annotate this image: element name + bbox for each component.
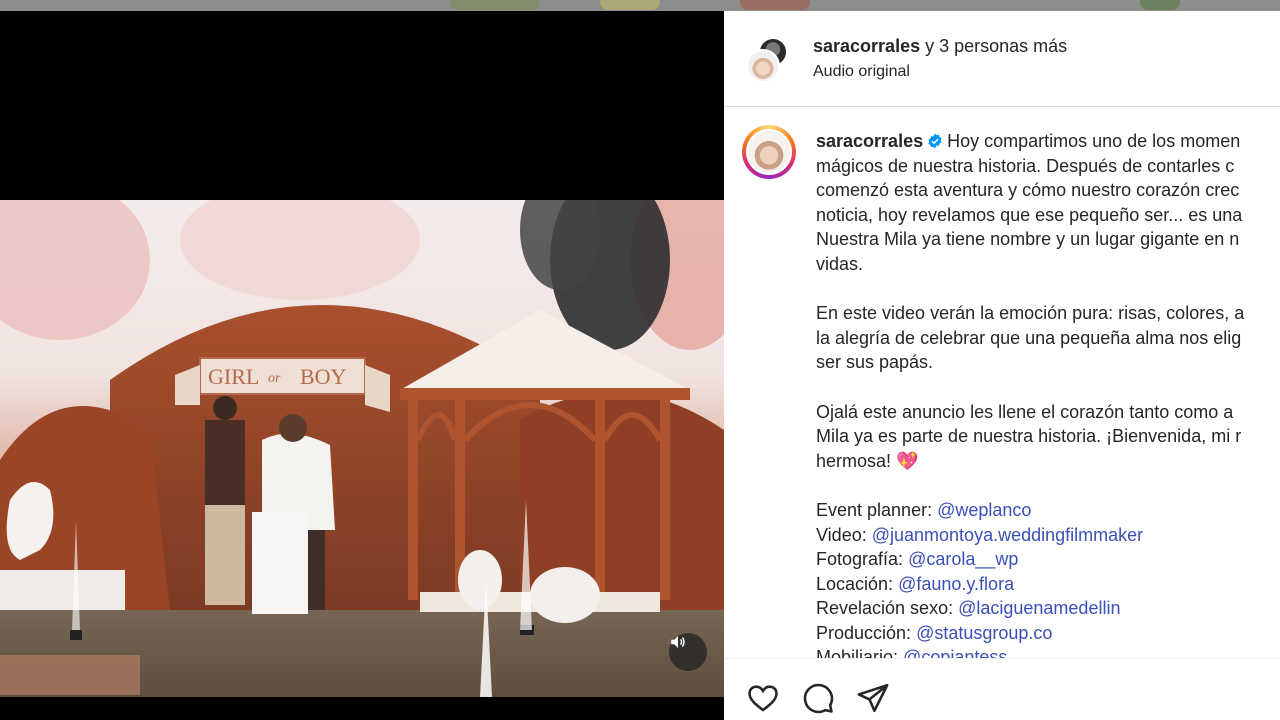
credit-label: Fotografía: (816, 549, 904, 570)
avatar[interactable] (748, 131, 790, 173)
post-header: saracorrales y 3 personas más Audio orig… (724, 11, 1280, 107)
credit-label: Mobiliario: (816, 647, 899, 658)
thumbnail (600, 0, 660, 10)
credit-label: Event planner: (816, 499, 933, 520)
comment-button[interactable] (801, 681, 835, 715)
caption-line: Nuestra Mila ya tiene nombre y un lugar … (816, 229, 1240, 250)
caption-line: la alegría de celebrar que una pequeña a… (816, 327, 1242, 348)
caption-line: mágicos de nuestra historia. Después de … (816, 155, 1235, 176)
caption-text: saracorrales Hoy compartimos uno de los m… (816, 129, 1280, 658)
caption-line: En este video verán la emoción pura: ris… (816, 303, 1245, 324)
avatar[interactable] (746, 49, 780, 83)
thumbnail (450, 0, 540, 10)
mention-link[interactable]: @laciguenamedellin (958, 598, 1120, 618)
send-icon (857, 683, 889, 713)
heart-icon (748, 685, 778, 712)
volume-icon (671, 636, 685, 648)
thumbnail (740, 0, 810, 10)
author-line: saracorrales y 3 personas más (813, 36, 1067, 57)
volume-button[interactable] (669, 633, 707, 671)
collab-avatars[interactable] (746, 37, 792, 83)
credit-line: Locación: @fauno.y.flora (816, 572, 1280, 597)
credit-label: Video: (816, 524, 867, 545)
caption-username[interactable]: saracorrales (816, 131, 923, 151)
credit-label: Locación: (816, 573, 894, 594)
mention-link[interactable]: @copiantess (903, 647, 1007, 658)
credit-label: Revelación sexo: (816, 598, 954, 619)
video-scene: GIRL or BOY (0, 200, 724, 697)
audio-link[interactable]: Audio original (813, 63, 910, 81)
heart-emoji: 💖 (896, 450, 919, 471)
svg-text:BOY: BOY (300, 364, 347, 389)
credit-line: Producción: @statusgroup.co (816, 621, 1280, 646)
mention-link[interactable]: @carola__wp (908, 549, 1018, 569)
svg-text:GIRL: GIRL (208, 364, 259, 389)
share-button[interactable] (856, 681, 890, 715)
credit-line: Event planner: @weplanco (816, 498, 1280, 523)
caption-line: ser sus papás. (816, 352, 934, 373)
credit-label: Producción: (816, 622, 912, 643)
thumbnail (1140, 0, 1180, 10)
mention-link[interactable]: @weplanco (937, 500, 1031, 520)
credit-line: Video: @juanmontoya.weddingfilmmaker (816, 523, 1280, 548)
caption-line: hermosa! 💖 (816, 450, 919, 471)
svg-text:or: or (268, 371, 281, 386)
mention-link[interactable]: @juanmontoya.weddingfilmmaker (872, 525, 1143, 545)
story-ring[interactable] (742, 125, 796, 179)
like-button[interactable] (746, 681, 780, 715)
thumbnail-strip (0, 0, 1280, 11)
author-username[interactable]: saracorrales (813, 36, 920, 56)
collaborators-link[interactable]: y 3 personas más (925, 36, 1067, 56)
credit-line: Revelación sexo: @laciguenamedellin (816, 596, 1280, 621)
mention-link[interactable]: @statusgroup.co (916, 623, 1052, 643)
post-panel: saracorrales y 3 personas más Audio orig… (724, 11, 1280, 720)
caption-line: Ojalá este anuncio les llene el corazón … (816, 401, 1234, 422)
video-player[interactable]: GIRL or BOY (0, 11, 724, 720)
video-frame[interactable]: GIRL or BOY (0, 200, 724, 697)
caption-line: noticia, hoy revelamos que ese pequeño s… (816, 204, 1243, 225)
verified-badge-icon (928, 133, 942, 149)
action-bar (724, 658, 1280, 720)
mention-link[interactable]: @fauno.y.flora (898, 574, 1014, 594)
caption-area: saracorrales Hoy compartimos uno de los m… (724, 108, 1280, 658)
caption-line: Hoy compartimos uno de los momen (947, 131, 1241, 151)
caption-first-line: saracorrales Hoy compartimos uno de los m… (816, 129, 1280, 154)
caption-line: comenzó esta aventura y cómo nuestro cor… (816, 180, 1240, 201)
caption-line: vidas. (816, 253, 864, 274)
comment-icon (803, 683, 834, 714)
caption-line: Mila ya es parte de nuestra historia. ¡B… (816, 426, 1242, 447)
credit-line: Mobiliario: @copiantess (816, 645, 1280, 658)
credit-line: Fotografía: @carola__wp (816, 547, 1280, 572)
